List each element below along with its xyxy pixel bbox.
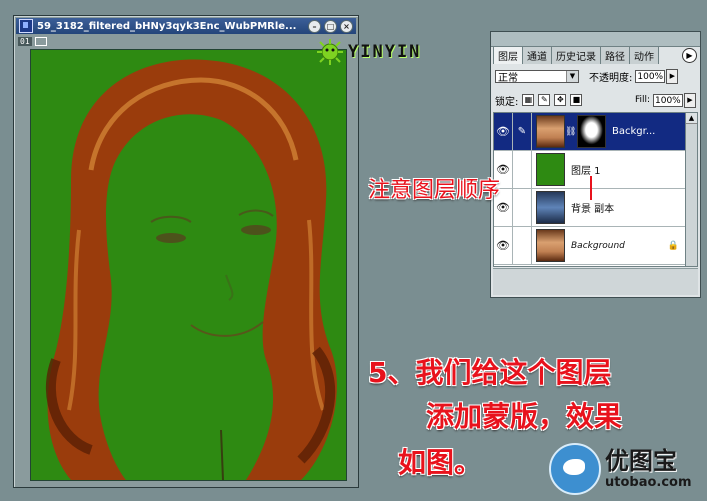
tab-channels[interactable]: 通道 [522, 46, 552, 64]
opacity-input[interactable]: 100% [635, 69, 666, 83]
virus-logo-icon [317, 39, 343, 65]
photoshop-doc-icon [19, 19, 33, 33]
chain-link-icon[interactable]: ⛓ [565, 127, 576, 137]
layer-thumbnail [536, 115, 565, 148]
locked-layer-icon: 🔒 [667, 240, 679, 251]
layer-name: Background [571, 240, 625, 251]
opacity-label: 不透明度: [589, 72, 633, 84]
bird-logo-icon [549, 443, 601, 495]
panel-bottom-bar [493, 268, 698, 295]
tab-layers[interactable]: 图层 [493, 46, 523, 64]
layer-thumbnail [536, 229, 565, 262]
layer-thumbnail [536, 191, 565, 224]
layer-thumbnail [536, 153, 565, 186]
lock-transparency-icon[interactable]: ▦ [522, 94, 535, 106]
layer-row[interactable]: 👁 Background 🔒 [494, 227, 685, 265]
note-marker [590, 176, 592, 200]
layer-name: 背景 副本 [571, 204, 615, 215]
opacity-arrow-icon[interactable]: ▶ [666, 68, 679, 84]
document-title: 59_3182_filtered_bHNy3qyk3Enc_WubPMRle..… [37, 20, 297, 32]
lock-all-icon[interactable]: ■ [570, 94, 583, 106]
step-text-line1: 5、我们给这个图层 [368, 356, 612, 389]
tab-history[interactable]: 历史记录 [551, 46, 601, 64]
blend-mode-select[interactable]: 正常 ▼ [495, 69, 579, 84]
layers-panel[interactable]: 图层 通道 历史记录 路径 动作 ▶ 正常 ▼ 不透明度: 100% ▶ 锁定:… [490, 31, 701, 298]
logo-chinese-text: 优图宝 [605, 447, 677, 475]
fill-input[interactable]: 100% [653, 93, 683, 107]
empty-link-cell[interactable] [513, 189, 532, 226]
scroll-up-icon[interactable]: ▲ [686, 113, 697, 124]
lock-fill-row: 锁定: ▦ ✎ ✥ ■ Fill: 100% ▶ [495, 92, 696, 108]
layer-name: Backgr... [612, 126, 656, 137]
document-window[interactable]: 59_3182_filtered_bHNy3qyk3Enc_WubPMRle..… [13, 15, 359, 488]
mask-mode-icon[interactable] [34, 36, 47, 46]
blend-mode-value: 正常 [498, 72, 518, 84]
visibility-eye-icon[interactable]: 👁 [494, 113, 513, 150]
document-subbar: 01 [16, 35, 356, 47]
layers-scrollbar[interactable]: ▲ [685, 112, 698, 267]
blend-opacity-row: 正常 ▼ 不透明度: 100% ▶ [495, 68, 696, 84]
lock-pixels-brush-icon[interactable]: ✎ [538, 94, 551, 106]
portrait-image [31, 50, 346, 480]
brush-link-icon[interactable]: ✎ [513, 113, 532, 150]
layer-mask-thumbnail[interactable] [577, 115, 606, 148]
empty-link-cell[interactable] [513, 227, 532, 264]
fill-label: Fill: [634, 95, 650, 105]
empty-link-cell[interactable] [513, 151, 532, 188]
minimize-button[interactable]: – [308, 19, 321, 33]
watermark: YINYIN [316, 38, 421, 66]
panel-tabs: 图层 通道 历史记录 路径 动作 [493, 46, 698, 64]
lock-position-move-icon[interactable]: ✥ [554, 94, 567, 106]
maximize-button[interactable]: □ [324, 19, 337, 33]
step-text-line3: 如图。 [398, 446, 483, 479]
layer-order-note: 注意图层顺序 [368, 178, 501, 203]
layer-row[interactable]: 👁 ✎ ⛓ Backgr... [494, 113, 685, 151]
lock-label: 锁定: [495, 96, 519, 108]
image-canvas[interactable] [30, 49, 347, 481]
chevron-down-icon: ▼ [566, 70, 578, 82]
fill-arrow-icon[interactable]: ▶ [684, 92, 696, 108]
step-text-line2: 添加蒙版，效果 [426, 400, 623, 433]
document-sub-tag: 01 [18, 36, 32, 46]
close-button[interactable]: × [340, 19, 353, 33]
document-titlebar[interactable]: 59_3182_filtered_bHNy3qyk3Enc_WubPMRle..… [16, 18, 356, 34]
left-eye [156, 233, 186, 243]
site-logo: 优图宝 utobao.com [549, 437, 701, 497]
panel-grip-bar[interactable] [491, 32, 700, 47]
watermark-text: YINYIN [348, 42, 422, 62]
tab-actions[interactable]: 动作 [629, 46, 659, 64]
visibility-eye-icon[interactable]: 👁 [494, 227, 513, 264]
logo-url-text: utobao.com [605, 475, 692, 490]
right-eye [241, 225, 271, 235]
tab-paths[interactable]: 路径 [600, 46, 630, 64]
layer-name: 图层 1 [571, 166, 601, 177]
panel-menu-arrow-icon[interactable]: ▶ [682, 48, 697, 63]
